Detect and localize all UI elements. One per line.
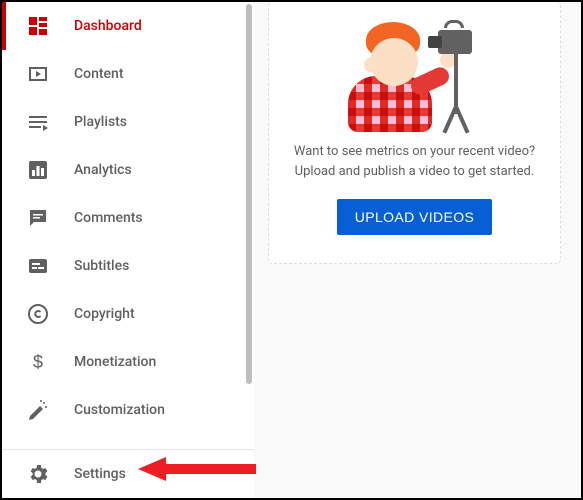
copyright-icon — [26, 302, 50, 326]
sidebar-item-monetization[interactable]: $ Monetization — [2, 338, 254, 386]
sidebar-item-label: Monetization — [74, 354, 156, 370]
playlists-icon — [26, 110, 50, 134]
sidebar-item-label: Dashboard — [74, 18, 142, 34]
sidebar-item-label: Customization — [74, 402, 165, 418]
sidebar-item-analytics[interactable]: Analytics — [2, 146, 254, 194]
sidebar-item-customization[interactable]: Customization — [2, 386, 254, 434]
customization-icon — [26, 398, 50, 422]
sidebar-item-dashboard[interactable]: Dashboard — [2, 2, 254, 50]
sidebar-item-copyright[interactable]: Copyright — [2, 290, 254, 338]
dashboard-icon — [26, 14, 50, 38]
sidebar-item-label: Settings — [74, 466, 126, 482]
sidebar-item-label: Playlists — [74, 114, 127, 130]
sidebar-item-label: Copyright — [74, 306, 135, 322]
empty-state-text: Want to see metrics on your recent video… — [287, 142, 542, 181]
subtitles-icon — [26, 254, 50, 278]
sidebar-item-label: Subtitles — [74, 258, 129, 274]
gear-icon — [26, 462, 50, 486]
sidebar-item-content[interactable]: Content — [2, 50, 254, 98]
camera-illustration — [340, 12, 490, 132]
sidebar-item-label: Content — [74, 66, 124, 82]
sidebar-item-label: Comments — [74, 210, 143, 226]
sidebar-item-label: Analytics — [74, 162, 132, 178]
empty-state-card: Want to see metrics on your recent video… — [268, 2, 561, 264]
sidebar-item-playlists[interactable]: Playlists — [2, 98, 254, 146]
sidebar-item-settings[interactable]: Settings — [2, 450, 254, 498]
sidebar-item-comments[interactable]: Comments — [2, 194, 254, 242]
prompt-line-1: Want to see metrics on your recent video… — [287, 142, 542, 162]
sidebar-item-subtitles[interactable]: Subtitles — [2, 242, 254, 290]
upload-videos-button[interactable]: UPLOAD VIDEOS — [337, 199, 493, 235]
prompt-line-2: Upload and publish a video to get starte… — [287, 162, 542, 182]
content-icon — [26, 62, 50, 86]
analytics-icon — [26, 158, 50, 182]
sidebar: Dashboard Content Playlists Analytics — [2, 2, 254, 498]
main-panel: Want to see metrics on your recent video… — [254, 2, 581, 498]
comments-icon — [26, 206, 50, 230]
svg-text:$: $ — [33, 352, 43, 372]
monetization-icon: $ — [26, 350, 50, 374]
